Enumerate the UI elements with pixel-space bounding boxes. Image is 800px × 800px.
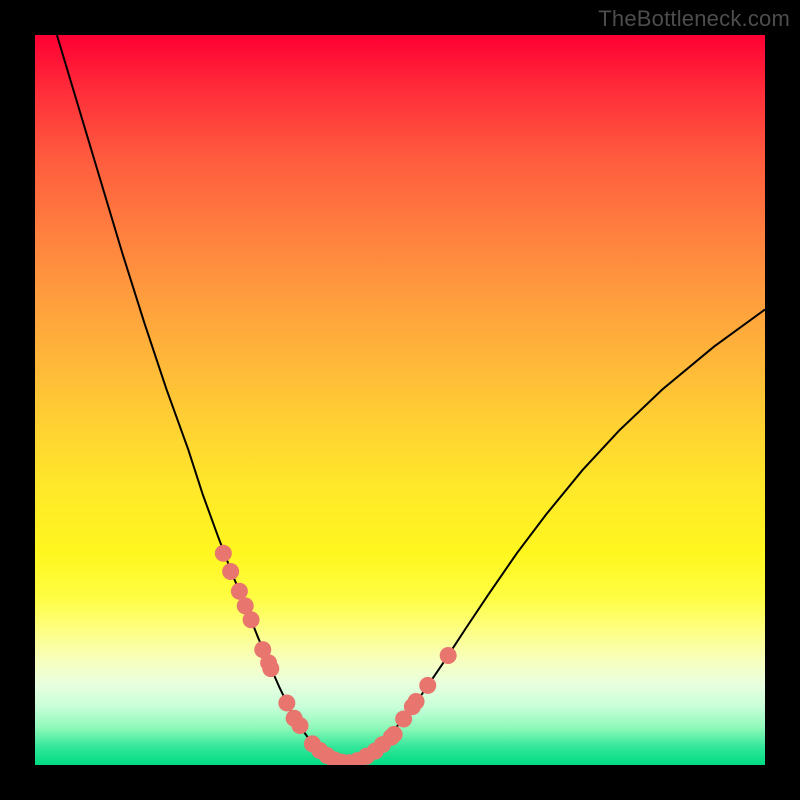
chart-frame: TheBottleneck.com	[0, 0, 800, 800]
data-marker	[440, 647, 457, 664]
chart-svg	[35, 35, 765, 765]
bottleneck-curve	[57, 35, 765, 762]
data-marker	[291, 717, 308, 734]
data-marker	[262, 660, 279, 677]
data-marker	[231, 583, 248, 600]
data-marker	[222, 563, 239, 580]
marker-group	[215, 545, 457, 765]
plot-area	[35, 35, 765, 765]
data-marker	[243, 611, 260, 628]
data-marker	[386, 726, 403, 743]
data-marker	[419, 677, 436, 694]
data-marker	[278, 694, 295, 711]
data-marker	[215, 545, 232, 562]
watermark-text: TheBottleneck.com	[598, 6, 790, 32]
data-marker	[408, 693, 425, 710]
